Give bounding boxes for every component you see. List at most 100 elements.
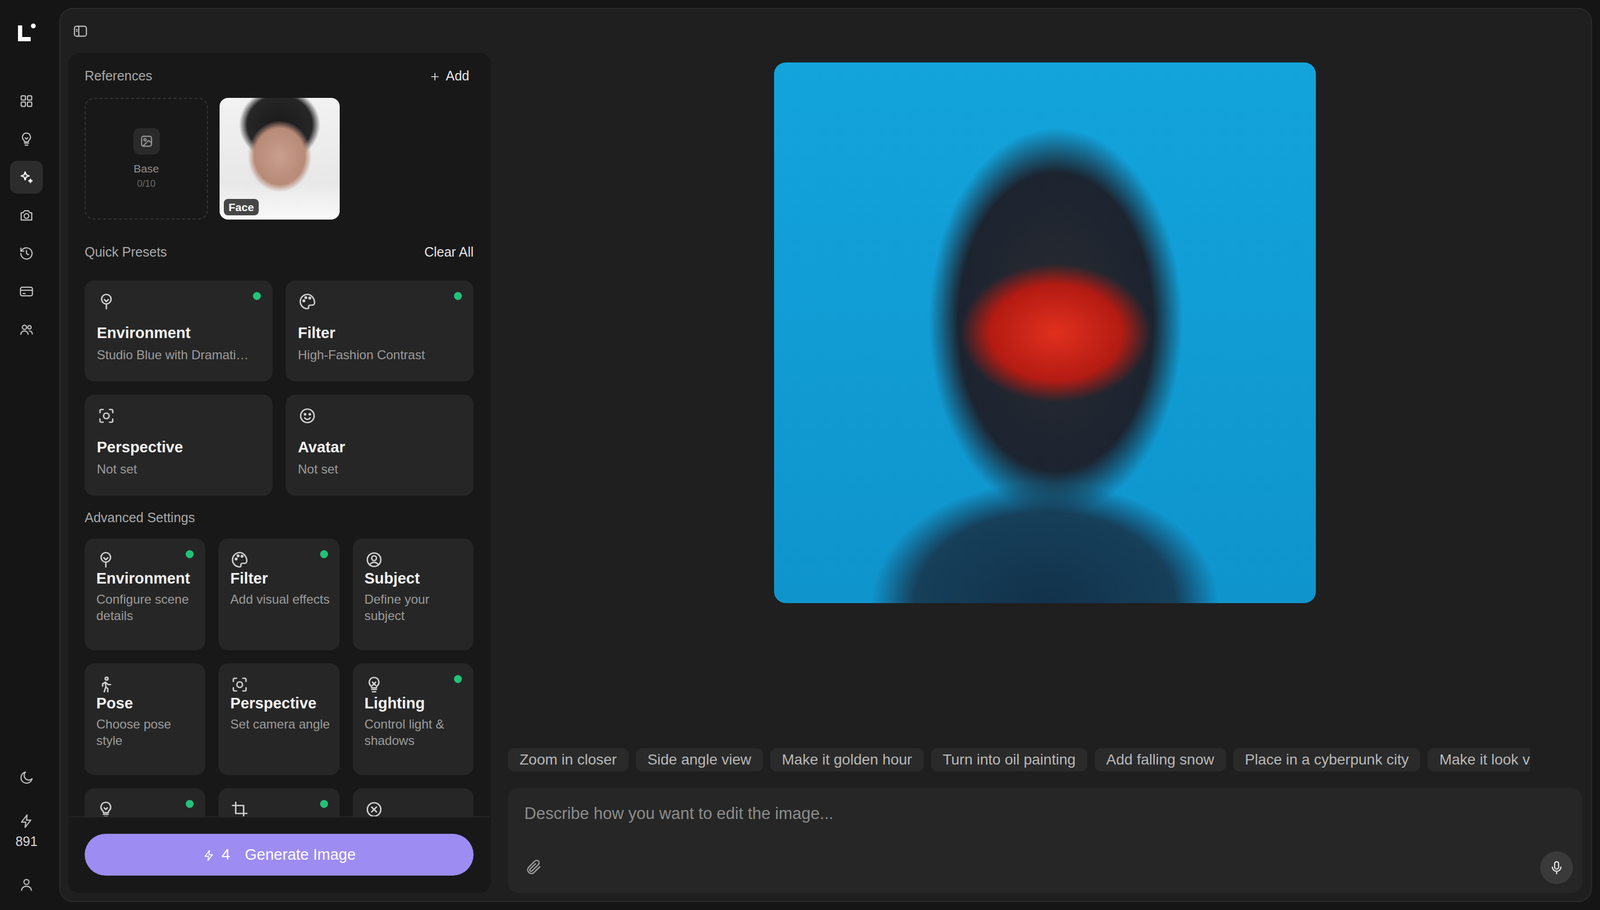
- prompt-actions: [524, 851, 1574, 885]
- reference-slots: Base0/10 Face: [84, 97, 474, 220]
- environment-icon: [96, 554, 116, 564]
- face-reference[interactable]: Face: [219, 97, 340, 220]
- image-icon: [133, 128, 160, 155]
- theme-toggle[interactable]: [10, 761, 43, 795]
- suggestion-chip[interactable]: Zoom in closer: [507, 748, 629, 772]
- suggestion-chip[interactable]: Side angle view: [635, 748, 763, 772]
- presets-header: Quick Presets Clear All: [84, 243, 474, 260]
- suggestion-chip[interactable]: Place in a cyberpunk city: [1233, 748, 1421, 772]
- prompt-input[interactable]: [524, 801, 1574, 852]
- rail-item[interactable]: [10, 275, 43, 308]
- panel-footer: 4Generate Image: [68, 816, 492, 894]
- preset-grid: EnvironmentStudio Blue with Dramati…Filt…: [84, 280, 474, 496]
- cost: 4: [221, 843, 231, 867]
- sparkle-icon: [18, 169, 35, 186]
- suggestion-chip[interactable]: Make it golden hour: [770, 748, 924, 772]
- section-title: Advanced Settings: [84, 509, 195, 526]
- settings-scroll: References Add Base0/10 Face Quick Presets Cl…: [68, 52, 492, 817]
- generate-button[interactable]: 4Generate Image: [84, 833, 474, 876]
- face-badge: Face: [223, 198, 259, 216]
- rail-item[interactable]: [10, 122, 43, 156]
- preset-card[interactable]: PerspectiveNot set: [84, 394, 273, 496]
- environment-icon: [96, 292, 118, 314]
- perspective-icon: [96, 406, 118, 428]
- team-icon: [18, 321, 35, 338]
- rail-item[interactable]: [10, 160, 43, 194]
- section-title: References: [84, 67, 153, 84]
- workspace: References Add Base0/10 Face Quick Presets Cl…: [60, 52, 1592, 902]
- main-panel: References Add Base0/10 Face Quick Presets Cl…: [59, 7, 1593, 903]
- setting-icon: [96, 804, 116, 814]
- camera-icon: [18, 207, 35, 224]
- generated-image[interactable]: [774, 62, 1316, 604]
- references-header: References Add: [84, 67, 474, 84]
- active-dot: [185, 550, 194, 559]
- setting-card[interactable]: [84, 788, 206, 817]
- pose-icon: [96, 679, 116, 689]
- section-title: Quick Presets: [84, 243, 168, 260]
- billing-icon: [18, 283, 35, 300]
- rail-bottom: 891: [10, 761, 43, 902]
- clear-all-button[interactable]: Clear All: [424, 243, 474, 260]
- lighting-icon: [364, 679, 384, 689]
- setting-card[interactable]: FilterAdd visual effects: [218, 538, 340, 651]
- prompt-box: [507, 787, 1583, 894]
- setting-card[interactable]: EnvironmentConfigure scene details: [84, 538, 206, 651]
- active-dot: [453, 675, 462, 684]
- setting-card[interactable]: PerspectiveSet camera angle: [218, 663, 340, 776]
- rail-item[interactable]: [10, 313, 43, 347]
- crop-icon: [230, 804, 250, 814]
- bolt-icon: [18, 813, 35, 830]
- avatar-icon: [297, 406, 320, 428]
- suggestion-chip[interactable]: Make it look v: [1427, 748, 1530, 772]
- logo-icon: [14, 21, 39, 45]
- credits-count: 891: [15, 833, 38, 850]
- subject-icon: [364, 554, 384, 564]
- settings-panel: References Add Base0/10 Face Quick Presets Cl…: [68, 52, 492, 894]
- sidebar-toggle[interactable]: [72, 23, 89, 40]
- advanced-grid: EnvironmentConfigure scene detailsFilter…: [84, 538, 474, 817]
- preset-card[interactable]: AvatarNot set: [285, 394, 474, 496]
- profile-button[interactable]: [10, 868, 43, 902]
- add-reference-button[interactable]: Add: [424, 67, 474, 84]
- base-slot[interactable]: Base0/10: [84, 97, 208, 220]
- plus-icon: [429, 67, 441, 84]
- suggestion-chip[interactable]: Add falling snow: [1094, 748, 1226, 772]
- attach-button[interactable]: [524, 858, 544, 878]
- suggestion-chip[interactable]: Turn into oil painting: [931, 748, 1088, 772]
- setting-card[interactable]: [218, 788, 340, 817]
- remove-icon: [364, 804, 384, 814]
- preset-card[interactable]: EnvironmentStudio Blue with Dramati…: [84, 280, 273, 382]
- history-icon: [18, 245, 35, 262]
- credits[interactable]: 891: [15, 813, 38, 850]
- rail-item[interactable]: [10, 237, 43, 270]
- dashboard-icon: [18, 93, 35, 109]
- suggestions: Zoom in closerSide angle view Make it gol…: [507, 748, 1593, 772]
- canvas-area: Zoom in closerSide angle view Make it gol…: [507, 52, 1583, 894]
- toolbar: [60, 8, 1592, 53]
- moon-icon: [18, 769, 35, 786]
- mic-button[interactable]: [1540, 851, 1574, 885]
- perspective-icon: [230, 679, 250, 689]
- setting-card[interactable]: LightingControl light & shadows: [352, 663, 474, 776]
- nav-rail: 891: [0, 0, 60, 910]
- ideas-icon: [18, 131, 35, 148]
- setting-card[interactable]: [352, 788, 474, 817]
- active-dot: [320, 550, 329, 559]
- app-window: 891 References Add Base0/10 Face Quick Preset…: [0, 0, 1600, 910]
- active-dot: [320, 800, 329, 808]
- palette-icon: [297, 292, 320, 314]
- rail-items: [10, 84, 43, 347]
- setting-card[interactable]: SubjectDefine your subject: [352, 538, 474, 651]
- palette-icon: [230, 554, 250, 564]
- user-icon: [18, 876, 35, 893]
- preset-card[interactable]: FilterHigh-Fashion Contrast: [285, 280, 474, 382]
- setting-card[interactable]: PoseChoose pose style: [84, 663, 206, 776]
- active-dot: [185, 800, 194, 808]
- rail-item[interactable]: [10, 84, 43, 118]
- active-dot: [252, 292, 261, 300]
- bolt-icon: [202, 843, 216, 867]
- active-dot: [453, 292, 462, 300]
- rail-item[interactable]: [10, 198, 43, 232]
- advanced-header: Advanced Settings: [84, 509, 474, 526]
